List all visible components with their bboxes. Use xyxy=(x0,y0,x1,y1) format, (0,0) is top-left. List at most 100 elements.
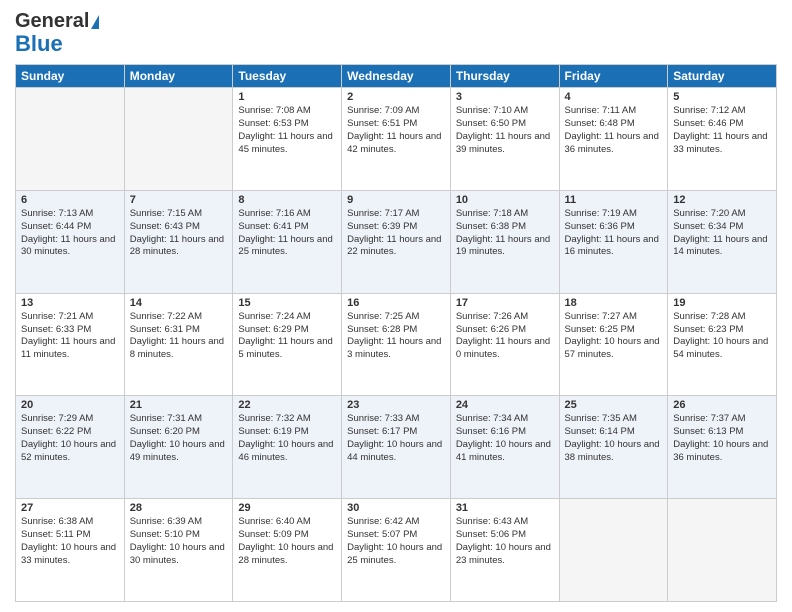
calendar-cell: 28Sunrise: 6:39 AMSunset: 5:10 PMDayligh… xyxy=(124,499,233,602)
calendar-cell: 1Sunrise: 7:08 AMSunset: 6:53 PMDaylight… xyxy=(233,88,342,191)
sunset-text: Sunset: 5:07 PM xyxy=(347,529,417,540)
daylight-text: Daylight: 11 hours and 42 minutes. xyxy=(347,131,441,155)
calendar-cell: 22 Sunrise: 7:32 AMSunset: 6:19 PMDayligh… xyxy=(233,396,342,499)
calendar-cell: 18Sunrise: 7:27 AMSunset: 6:25 PMDayligh… xyxy=(559,293,668,396)
calendar-cell: 4 Sunrise: 7:11 AM Sunset: 6:48 PM Daylight… xyxy=(559,88,668,191)
sunrise-text: Sunrise: 6:43 AM xyxy=(456,516,528,527)
calendar-cell: 20Sunrise: 7:29 AMSunset: 6:22 PMDayligh… xyxy=(16,396,125,499)
daylight-text: Daylight: 10 hours and 33 minutes. xyxy=(21,542,116,566)
sunset-text: Sunset: 6:53 PM xyxy=(238,118,308,129)
day-of-week-header: Tuesday xyxy=(233,65,342,88)
day-of-week-header: Thursday xyxy=(450,65,559,88)
day-of-week-header: Friday xyxy=(559,65,668,88)
daylight-text: Daylight: 11 hours and 5 minutes. xyxy=(238,336,332,360)
sunrise-text: Sunrise: 7:09 AM xyxy=(347,105,419,116)
daylight-text: Daylight: 10 hours and 36 minutes. xyxy=(673,439,768,463)
sunrise-text: Sunrise: 7:19 AM xyxy=(565,208,637,219)
sunrise-text: Sunrise: 7:08 AM xyxy=(238,105,310,116)
sunset-text: Sunset: 6:38 PM xyxy=(456,221,526,232)
daylight-text: Daylight: 11 hours and 0 minutes. xyxy=(456,336,550,360)
calendar-cell: 31Sunrise: 6:43 AMSunset: 5:06 PMDayligh… xyxy=(450,499,559,602)
sunset-text: Sunset: 6:20 PM xyxy=(130,426,200,437)
sunset-text: Sunset: 5:10 PM xyxy=(130,529,200,540)
day-number: 28 xyxy=(130,502,228,514)
day-info: Sunrise: 7:12 AMSunset: 6:46 PMDaylight:… xyxy=(673,105,771,156)
day-info: Sunrise: 7:15 AMSunset: 6:43 PMDaylight:… xyxy=(130,208,228,259)
day-number: 2 xyxy=(347,91,445,103)
daylight-text: Daylight: 11 hours and 36 minutes. xyxy=(565,131,659,155)
day-number: 5 xyxy=(673,91,771,103)
day-of-week-header: Wednesday xyxy=(342,65,451,88)
sunrise-text: Sunrise: 7:25 AM xyxy=(347,311,419,322)
sunrise-text: Sunrise: 7:11 AM xyxy=(565,105,637,116)
sunset-text: Sunset: 5:09 PM xyxy=(238,529,308,540)
day-info: Sunrise: 7:09 AMSunset: 6:51 PMDaylight:… xyxy=(347,105,445,156)
day-number: 6 xyxy=(21,194,119,206)
day-info: Sunrise: 7:18 AMSunset: 6:38 PMDaylight:… xyxy=(456,208,554,259)
day-of-week-header: Sunday xyxy=(16,65,125,88)
day-info: Sunrise: 7:29 AMSunset: 6:22 PMDaylight:… xyxy=(21,413,119,464)
calendar-cell: 2 Sunrise: 7:09 AMSunset: 6:51 PMDaylight… xyxy=(342,88,451,191)
day-info: Sunrise: 7:26 AMSunset: 6:26 PMDaylight:… xyxy=(456,311,554,362)
day-number: 4 xyxy=(565,91,663,103)
sunrise-text: Sunrise: 7:16 AM xyxy=(238,208,310,219)
daylight-text: Daylight: 11 hours and 33 minutes. xyxy=(673,131,767,155)
day-number: 22 xyxy=(238,399,336,411)
sunrise-text: Sunrise: 7:32 AM xyxy=(238,413,310,424)
sunset-text: Sunset: 6:48 PM xyxy=(565,118,635,129)
sunrise-text: Sunrise: 7:31 AM xyxy=(130,413,202,424)
calendar-cell: 3Sunrise: 7:10 AMSunset: 6:50 PMDaylight… xyxy=(450,88,559,191)
day-info: Sunrise: 7:20 AMSunset: 6:34 PMDaylight:… xyxy=(673,208,771,259)
calendar-cell: 15Sunrise: 7:24 AMSunset: 6:29 PMDayligh… xyxy=(233,293,342,396)
sunset-text: Sunset: 6:14 PM xyxy=(565,426,635,437)
day-number: 8 xyxy=(238,194,336,206)
day-info: Sunrise: 6:38 AMSunset: 5:11 PMDaylight:… xyxy=(21,516,119,567)
daylight-text: Daylight: 10 hours and 38 minutes. xyxy=(565,439,660,463)
day-info: Sunrise: 7:32 AMSunset: 6:19 PMDaylight:… xyxy=(238,413,336,464)
sunset-text: Sunset: 6:39 PM xyxy=(347,221,417,232)
logo: General Blue xyxy=(15,10,99,56)
day-number: 25 xyxy=(565,399,663,411)
day-number: 30 xyxy=(347,502,445,514)
calendar-cell: 27 Sunrise: 6:38 AMSunset: 5:11 PMDayligh… xyxy=(16,499,125,602)
calendar-table: SundayMondayTuesdayWednesdayThursdayFrid… xyxy=(15,64,777,602)
sunset-text: Sunset: 5:06 PM xyxy=(456,529,526,540)
day-number: 11 xyxy=(565,194,663,206)
daylight-text: Daylight: 10 hours and 23 minutes. xyxy=(456,542,551,566)
day-number: 23 xyxy=(347,399,445,411)
calendar-cell: 8Sunrise: 7:16 AMSunset: 6:41 PMDaylight… xyxy=(233,190,342,293)
sunset-text: Sunset: 6:43 PM xyxy=(130,221,200,232)
calendar-cell: 6Sunrise: 7:13 AMSunset: 6:44 PMDaylight… xyxy=(16,190,125,293)
sunrise-text: Sunrise: 7:22 AM xyxy=(130,311,202,322)
day-number: 27 xyxy=(21,502,119,514)
calendar-cell: 10Sunrise: 7:18 AMSunset: 6:38 PMDayligh… xyxy=(450,190,559,293)
daylight-text: Daylight: 10 hours and 46 minutes. xyxy=(238,439,333,463)
daylight-text: Daylight: 11 hours and 3 minutes. xyxy=(347,336,441,360)
sunset-text: Sunset: 6:28 PM xyxy=(347,324,417,335)
page-header: General Blue xyxy=(15,10,777,56)
day-of-week-header: Monday xyxy=(124,65,233,88)
logo-text-blue: Blue xyxy=(15,31,63,56)
calendar-cell: 5 Sunrise: 7:12 AMSunset: 6:46 PMDaylight… xyxy=(668,88,777,191)
sunset-text: Sunset: 6:33 PM xyxy=(21,324,91,335)
day-number: 15 xyxy=(238,297,336,309)
day-info: Sunrise: 7:33 AMSunset: 6:17 PMDaylight:… xyxy=(347,413,445,464)
sunset-text: Sunset: 6:26 PM xyxy=(456,324,526,335)
sunset-text: Sunset: 6:17 PM xyxy=(347,426,417,437)
calendar-cell: 30Sunrise: 6:42 AMSunset: 5:07 PMDayligh… xyxy=(342,499,451,602)
day-number: 3 xyxy=(456,91,554,103)
sunrise-text: Sunrise: 7:27 AM xyxy=(565,311,637,322)
calendar-cell: 14Sunrise: 7:22 AMSunset: 6:31 PMDayligh… xyxy=(124,293,233,396)
day-number: 7 xyxy=(130,194,228,206)
sunrise-text: Sunrise: 7:18 AM xyxy=(456,208,528,219)
calendar-cell xyxy=(668,499,777,602)
daylight-text: Daylight: 10 hours and 52 minutes. xyxy=(21,439,116,463)
calendar-cell xyxy=(559,499,668,602)
daylight-text: Daylight: 11 hours and 16 minutes. xyxy=(565,234,659,258)
day-info: Sunrise: 7:11 AM Sunset: 6:48 PM Daylight:… xyxy=(565,105,663,156)
sunrise-text: Sunrise: 7:34 AM xyxy=(456,413,528,424)
calendar-cell: 29Sunrise: 6:40 AMSunset: 5:09 PMDayligh… xyxy=(233,499,342,602)
day-of-week-header: Saturday xyxy=(668,65,777,88)
daylight-text: Daylight: 10 hours and 30 minutes. xyxy=(130,542,225,566)
sunset-text: Sunset: 6:16 PM xyxy=(456,426,526,437)
